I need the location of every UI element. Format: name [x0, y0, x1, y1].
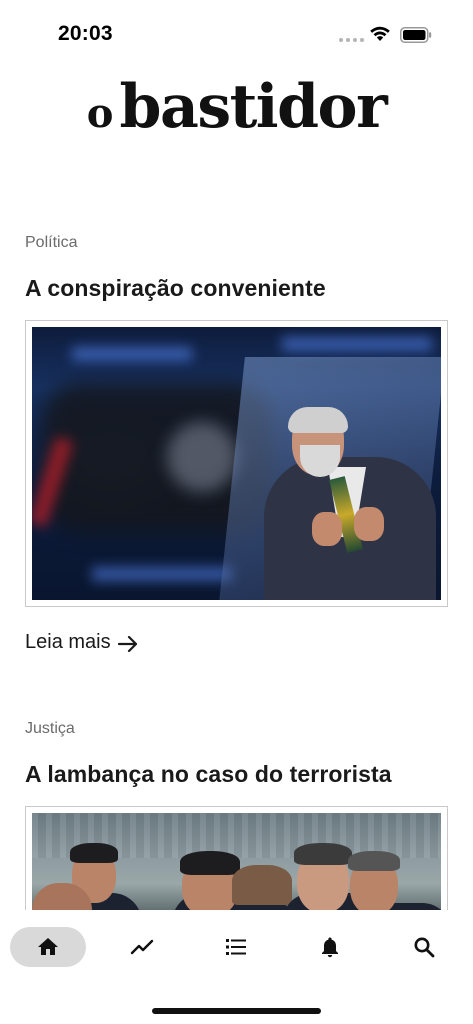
article-photo[interactable]: [32, 327, 441, 600]
battery-icon: [400, 27, 432, 43]
read-more-link[interactable]: Leia mais: [25, 627, 448, 657]
article-category[interactable]: Política: [25, 232, 448, 254]
logo-prefix: o: [86, 90, 114, 137]
logo-wordmark: bastidor: [119, 72, 387, 142]
arrow-right-icon: [117, 635, 137, 652]
article-category[interactable]: Justiça: [25, 718, 448, 740]
wifi-icon: [370, 26, 390, 41]
nav-notifications[interactable]: [292, 927, 368, 967]
search-icon: [414, 937, 435, 958]
read-more-label: Leia mais: [25, 630, 111, 653]
nav-sections[interactable]: [198, 927, 274, 967]
nav-home[interactable]: [10, 927, 86, 967]
bell-icon: [322, 937, 338, 958]
home-icon: [38, 938, 58, 955]
article-headline[interactable]: A conspiração conveniente: [25, 273, 448, 303]
list-icon: [226, 939, 246, 955]
trending-icon: [130, 939, 154, 955]
status-bar: 20:03: [0, 0, 473, 70]
home-indicator[interactable]: [152, 1008, 321, 1014]
nav-trending[interactable]: [104, 927, 180, 967]
article-headline[interactable]: A lambança no caso do terrorista: [25, 759, 448, 789]
article-image-frame[interactable]: [25, 320, 448, 607]
status-time: 20:03: [58, 22, 113, 45]
app-logo[interactable]: o bastidor: [0, 72, 473, 142]
screen: 20:03 o bastidor Política A conspiração c…: [0, 0, 473, 1024]
article-card[interactable]: Política A conspiração conveniente Leia …: [25, 232, 448, 657]
nav-search[interactable]: [386, 927, 462, 967]
cellular-signal-icon: [339, 38, 364, 42]
bottom-navigation: [0, 910, 473, 1024]
